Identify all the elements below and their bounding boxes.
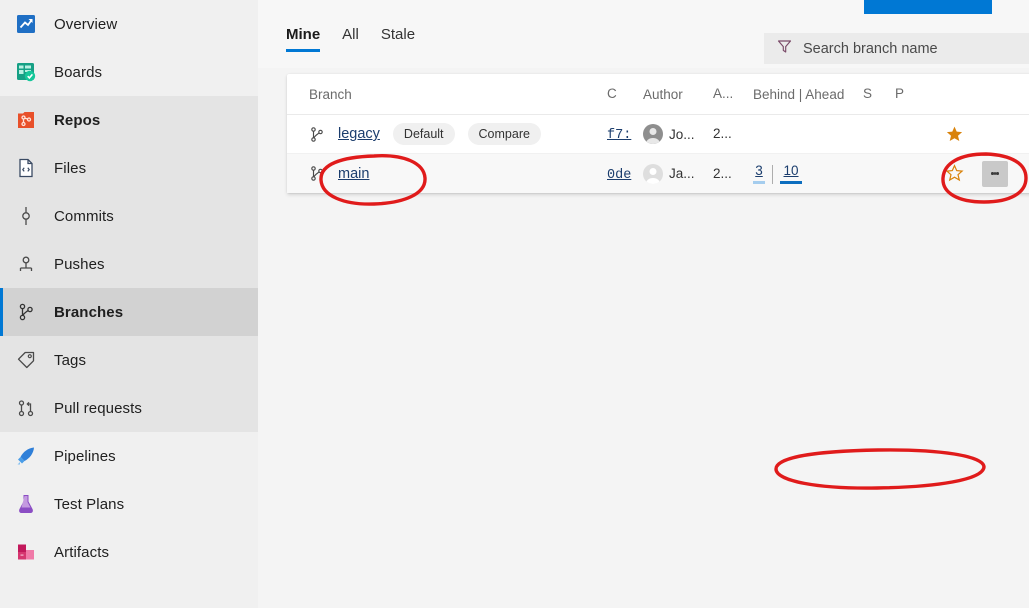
sidebar-item-label: Branches <box>54 304 123 321</box>
branch-icon <box>309 126 325 143</box>
favorite-star-outline[interactable] <box>933 164 975 183</box>
tab-label: Mine <box>286 26 320 43</box>
tab-label: All <box>342 26 359 43</box>
sidebar-item-files[interactable]: Files <box>0 144 258 192</box>
default-badge: Default <box>393 123 455 145</box>
sidebar-item-commits[interactable]: Commits <box>0 192 258 240</box>
tags-icon <box>12 346 40 374</box>
more-icon <box>996 172 999 175</box>
branches-icon <box>12 298 40 326</box>
column-header-commit[interactable]: C <box>607 86 617 101</box>
main-content: Mine All Stale Search branch name Branch <box>258 0 1029 608</box>
avatar <box>643 164 663 184</box>
favorite-star-filled[interactable] <box>933 125 975 144</box>
sidebar-item-test-plans[interactable]: Test Plans <box>0 480 258 528</box>
avatar <box>643 124 663 144</box>
commits-icon <box>12 202 40 230</box>
sidebar-group-top: Overview Boards <box>0 0 258 96</box>
table-row[interactable]: main 0dе Ja... 2... 3 <box>287 154 1029 193</box>
sidebar-item-tags[interactable]: Tags <box>0 336 258 384</box>
table-row[interactable]: legacy Default Compare f7: Jo... 2... <box>287 115 1029 154</box>
files-icon <box>12 154 40 182</box>
filter-icon <box>776 38 793 60</box>
sidebar-item-pull-requests[interactable]: Pull requests <box>0 384 258 432</box>
sidebar-item-pipelines[interactable]: Pipelines <box>0 432 258 480</box>
sidebar-item-pushes[interactable]: Pushes <box>0 240 258 288</box>
sidebar-item-branches[interactable]: Branches <box>0 288 258 336</box>
author-name: Ja... <box>669 166 695 181</box>
column-header-behind-ahead[interactable]: Behind | Ahead <box>753 87 844 102</box>
branch-name-link[interactable]: main <box>338 166 369 182</box>
top-bar <box>258 0 1029 14</box>
artifacts-icon <box>12 538 40 566</box>
branch-name-link[interactable]: legacy <box>338 126 380 142</box>
behind-count[interactable]: 3 <box>753 163 765 184</box>
sidebar: Overview Boards <box>0 0 258 608</box>
behind-ahead-cell[interactable]: 3 10 <box>753 163 863 184</box>
search-input[interactable]: Search branch name <box>803 41 938 57</box>
ahead-count[interactable]: 10 <box>780 163 802 184</box>
row-more-actions-button[interactable] <box>982 161 1008 187</box>
behind-bar <box>753 181 765 184</box>
tab-label: Stale <box>381 26 415 43</box>
sidebar-item-boards[interactable]: Boards <box>0 48 258 96</box>
column-header-author[interactable]: Author <box>643 87 683 102</box>
azure-devops-branches-page: Overview Boards <box>0 0 1029 608</box>
sidebar-group-bottom: Pipelines Test Plans <box>0 432 258 576</box>
commit-hash-link[interactable]: 0dе <box>607 168 631 183</box>
sidebar-item-label: Pushes <box>54 256 105 273</box>
branches-table: Branch C Author A... Behind | Ahead S P <box>287 74 1029 193</box>
ahead-bar <box>780 181 802 184</box>
column-header-branch[interactable]: Branch <box>309 87 352 102</box>
compare-badge: Compare <box>468 123 541 145</box>
tab-all[interactable]: All <box>342 26 359 52</box>
sidebar-item-label: Boards <box>54 64 102 81</box>
tabs-bar: Mine All Stale Search branch name <box>258 14 1029 68</box>
boards-icon <box>12 58 40 86</box>
sidebar-group-repos: Repos Files <box>0 96 258 432</box>
search-branch-box[interactable]: Search branch name <box>764 33 1029 64</box>
branch-icon <box>309 165 325 182</box>
sidebar-item-overview[interactable]: Overview <box>0 0 258 48</box>
sidebar-item-label: Test Plans <box>54 496 124 513</box>
sidebar-item-label: Overview <box>54 16 117 33</box>
overview-icon <box>12 10 40 38</box>
column-header-p[interactable]: P <box>895 86 904 101</box>
sidebar-item-repos[interactable]: Repos <box>0 96 258 144</box>
sidebar-item-label: Pipelines <box>54 448 116 465</box>
authored-date: 2... <box>713 126 732 141</box>
sidebar-item-label: Repos <box>54 112 100 129</box>
authored-date: 2... <box>713 166 732 181</box>
sidebar-item-label: Commits <box>54 208 114 225</box>
sidebar-item-label: Pull requests <box>54 400 142 417</box>
pipelines-icon <box>12 442 40 470</box>
column-header-s[interactable]: S <box>863 86 872 101</box>
column-header-authored-date[interactable]: A... <box>713 86 733 101</box>
tab-stale[interactable]: Stale <box>381 26 415 52</box>
table-header-row: Branch C Author A... Behind | Ahead S P <box>287 74 1029 115</box>
author-name: Jo... <box>669 127 695 142</box>
test-plans-icon <box>12 490 40 518</box>
pushes-icon <box>12 250 40 278</box>
pull-requests-icon <box>12 394 40 422</box>
sidebar-item-label: Files <box>54 160 86 177</box>
repos-icon <box>12 106 40 134</box>
sidebar-item-label: Tags <box>54 352 86 369</box>
behind-ahead-divider <box>772 165 773 184</box>
commit-hash-link[interactable]: f7: <box>607 128 631 143</box>
tab-mine[interactable]: Mine <box>286 26 320 52</box>
sidebar-item-label: Artifacts <box>54 544 109 561</box>
sidebar-item-artifacts[interactable]: Artifacts <box>0 528 258 576</box>
